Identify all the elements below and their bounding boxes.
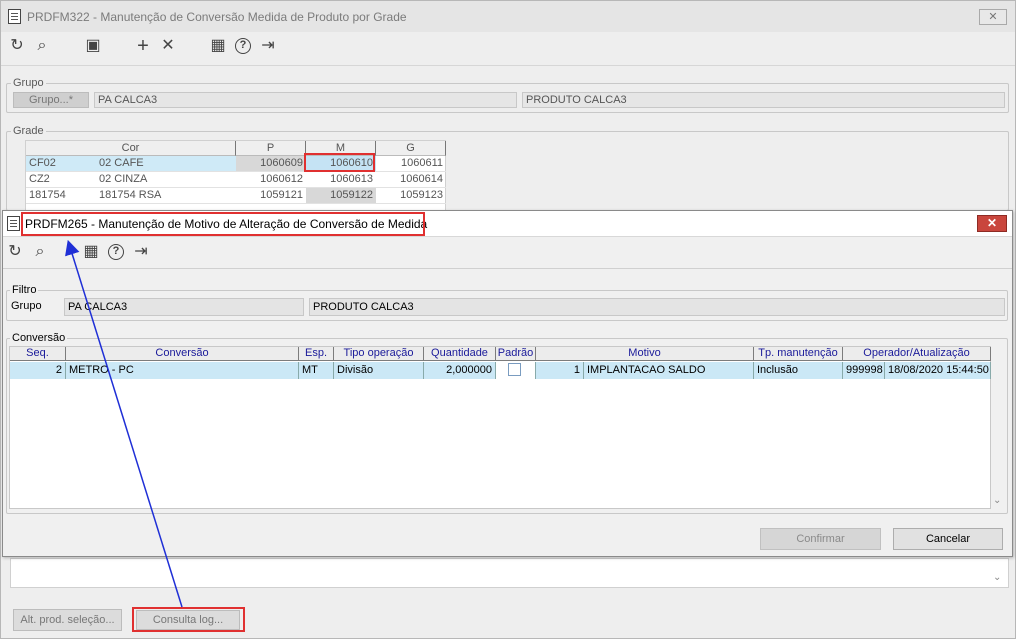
annotation-arrow	[65, 239, 183, 608]
